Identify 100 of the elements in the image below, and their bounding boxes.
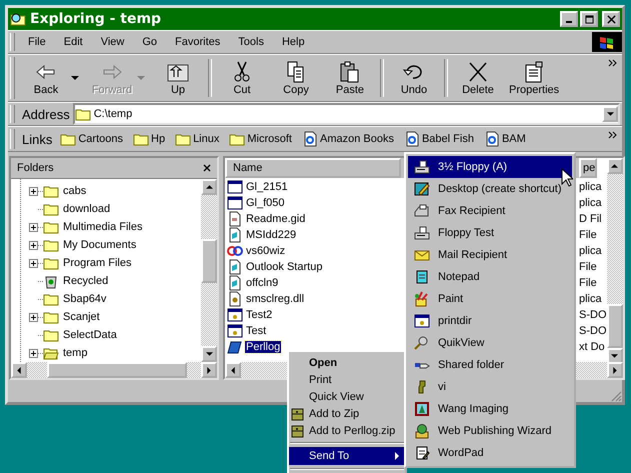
vertical-scrollbar[interactable] <box>606 158 622 362</box>
tree-item[interactable]: Sbap64v <box>63 293 106 305</box>
up-arrow-icon[interactable] <box>611 164 618 168</box>
file-name[interactable]: smsclreg.dll <box>245 293 306 305</box>
link-button[interactable]: Hp <box>128 131 170 147</box>
link-button[interactable]: Linux <box>170 131 224 147</box>
toolbar-button[interactable]: Paste <box>323 58 377 98</box>
chevron-icon[interactable] <box>608 131 618 139</box>
toolbar-button[interactable]: Back <box>19 58 73 98</box>
toolbar-button[interactable]: Cut <box>215 58 269 98</box>
tree-item[interactable]: temp <box>63 347 88 359</box>
column-header[interactable]: Name <box>225 158 401 178</box>
resize-grip-icon[interactable] <box>610 390 622 402</box>
link-button[interactable]: Amazon Books <box>296 131 399 147</box>
left-arrow-icon[interactable] <box>231 366 235 374</box>
menu-item[interactable]: Notepad <box>408 266 572 288</box>
minimize-button[interactable] <box>560 11 578 27</box>
tree-item[interactable]: SelectData <box>63 329 117 341</box>
expand-icon[interactable] <box>29 186 38 196</box>
column-header[interactable]: pe <box>579 158 598 178</box>
notepad-icon <box>414 269 430 285</box>
toolbar-button[interactable]: Properties <box>505 58 564 98</box>
expand-icon[interactable] <box>29 222 38 232</box>
file-name[interactable]: Test <box>245 325 268 337</box>
menu-item[interactable]: Help <box>272 36 314 48</box>
file-name[interactable]: Gl_2151 <box>245 181 289 193</box>
menu-item[interactable]: File <box>19 36 55 48</box>
menu-item[interactable]: Fax Recipient <box>408 200 572 222</box>
file-name[interactable]: Outlook Startup <box>245 261 324 273</box>
chevron-icon[interactable] <box>608 59 618 67</box>
link-button[interactable]: BAM <box>478 131 531 147</box>
menu-item[interactable]: Quick View <box>289 388 405 405</box>
right-arrow-icon[interactable] <box>612 366 616 374</box>
link-button[interactable]: Cartoons <box>55 131 128 147</box>
file-name[interactable]: offcln9 <box>245 277 280 289</box>
fax-icon <box>414 203 430 219</box>
menu-item[interactable]: Favorites <box>166 36 230 48</box>
down-arrow-icon[interactable] <box>206 352 212 356</box>
menu-item[interactable]: Add to Perllog.zip <box>289 422 405 439</box>
address-field[interactable]: C:\temp <box>72 103 620 125</box>
toolbar-button[interactable]: Delete <box>451 58 505 98</box>
expand-icon[interactable] <box>29 258 38 268</box>
tree-item[interactable]: Multimedia Files <box>63 221 142 233</box>
maximize-button[interactable] <box>580 11 598 27</box>
dropdown-button[interactable] <box>602 106 618 122</box>
up-arrow-icon[interactable] <box>206 185 212 189</box>
tree-item[interactable]: My Documents <box>63 239 136 251</box>
menu-item[interactable]: Add to Zip <box>289 405 405 422</box>
menu-item[interactable]: vi <box>408 376 572 398</box>
link-button[interactable]: Babel Fish <box>398 131 479 147</box>
expand-icon[interactable] <box>29 240 38 250</box>
menu-item[interactable]: printdir <box>408 310 572 332</box>
link-button[interactable]: Microsoft <box>224 131 297 147</box>
file-name[interactable]: Gl_f050 <box>245 197 286 209</box>
file-name[interactable]: vs60wiz <box>245 245 286 257</box>
close-icon[interactable] <box>203 164 211 172</box>
file-name[interactable]: Perllog <box>245 341 282 353</box>
menu-item[interactable]: Open <box>289 354 405 371</box>
right-arrow-icon[interactable] <box>207 366 211 374</box>
menu-item[interactable]: Paint <box>408 288 572 310</box>
scrollbar-thumb[interactable] <box>201 239 217 283</box>
file-name[interactable]: Test2 <box>245 309 274 321</box>
menu-item[interactable]: Mail Recipient <box>408 244 572 266</box>
scrollbar-thumb[interactable] <box>47 362 187 378</box>
menu-item[interactable]: Desktop (create shortcut) <box>408 178 572 200</box>
menu-item[interactable]: 3½ Floppy (A) <box>408 156 572 178</box>
horizontal-scrollbar[interactable] <box>11 362 217 378</box>
table-cell: plica <box>579 181 602 193</box>
menu-item[interactable]: Floppy Test <box>408 222 572 244</box>
menu-item[interactable]: Tools <box>229 36 273 48</box>
scrollbar-thumb[interactable] <box>606 304 622 348</box>
expand-icon[interactable] <box>29 312 38 322</box>
menu-item[interactable]: Web Publishing Wizard <box>408 420 572 442</box>
dropdown-arrow-icon[interactable] <box>71 76 79 80</box>
expand-icon[interactable] <box>29 348 38 358</box>
tree-item[interactable]: download <box>63 203 110 215</box>
close-button[interactable] <box>602 11 620 27</box>
menu-item[interactable]: Go <box>133 36 166 48</box>
menu-item[interactable]: Send To <box>289 447 405 465</box>
globe-computer-icon <box>414 423 430 439</box>
menu-item[interactable]: WordPad <box>408 442 572 464</box>
file-name[interactable]: MSIdd229 <box>245 229 298 241</box>
picture-frame-icon <box>414 401 430 417</box>
tree-item[interactable]: Program Files <box>63 257 132 269</box>
menu-item[interactable]: View <box>92 36 134 48</box>
vertical-scrollbar[interactable] <box>201 179 217 362</box>
menu-item[interactable]: Shared folder <box>408 354 572 376</box>
toolbar-button[interactable]: Up <box>151 58 205 98</box>
file-name[interactable]: Readme.gid <box>245 213 306 225</box>
tree-item[interactable]: Scanjet <box>63 311 100 323</box>
toolbar-button[interactable]: Undo <box>387 58 441 98</box>
left-arrow-icon[interactable] <box>17 366 21 374</box>
menu-item[interactable]: QuikView <box>408 332 572 354</box>
menu-item[interactable]: Print <box>289 371 405 388</box>
menu-item[interactable]: Wang Imaging <box>408 398 572 420</box>
tree-item[interactable]: Recycled <box>63 275 108 287</box>
down-arrow-icon[interactable] <box>611 354 618 358</box>
toolbar-button[interactable]: Copy <box>269 58 323 98</box>
menu-item[interactable]: Edit <box>54 36 92 48</box>
tree-item[interactable]: cabs <box>63 185 86 197</box>
